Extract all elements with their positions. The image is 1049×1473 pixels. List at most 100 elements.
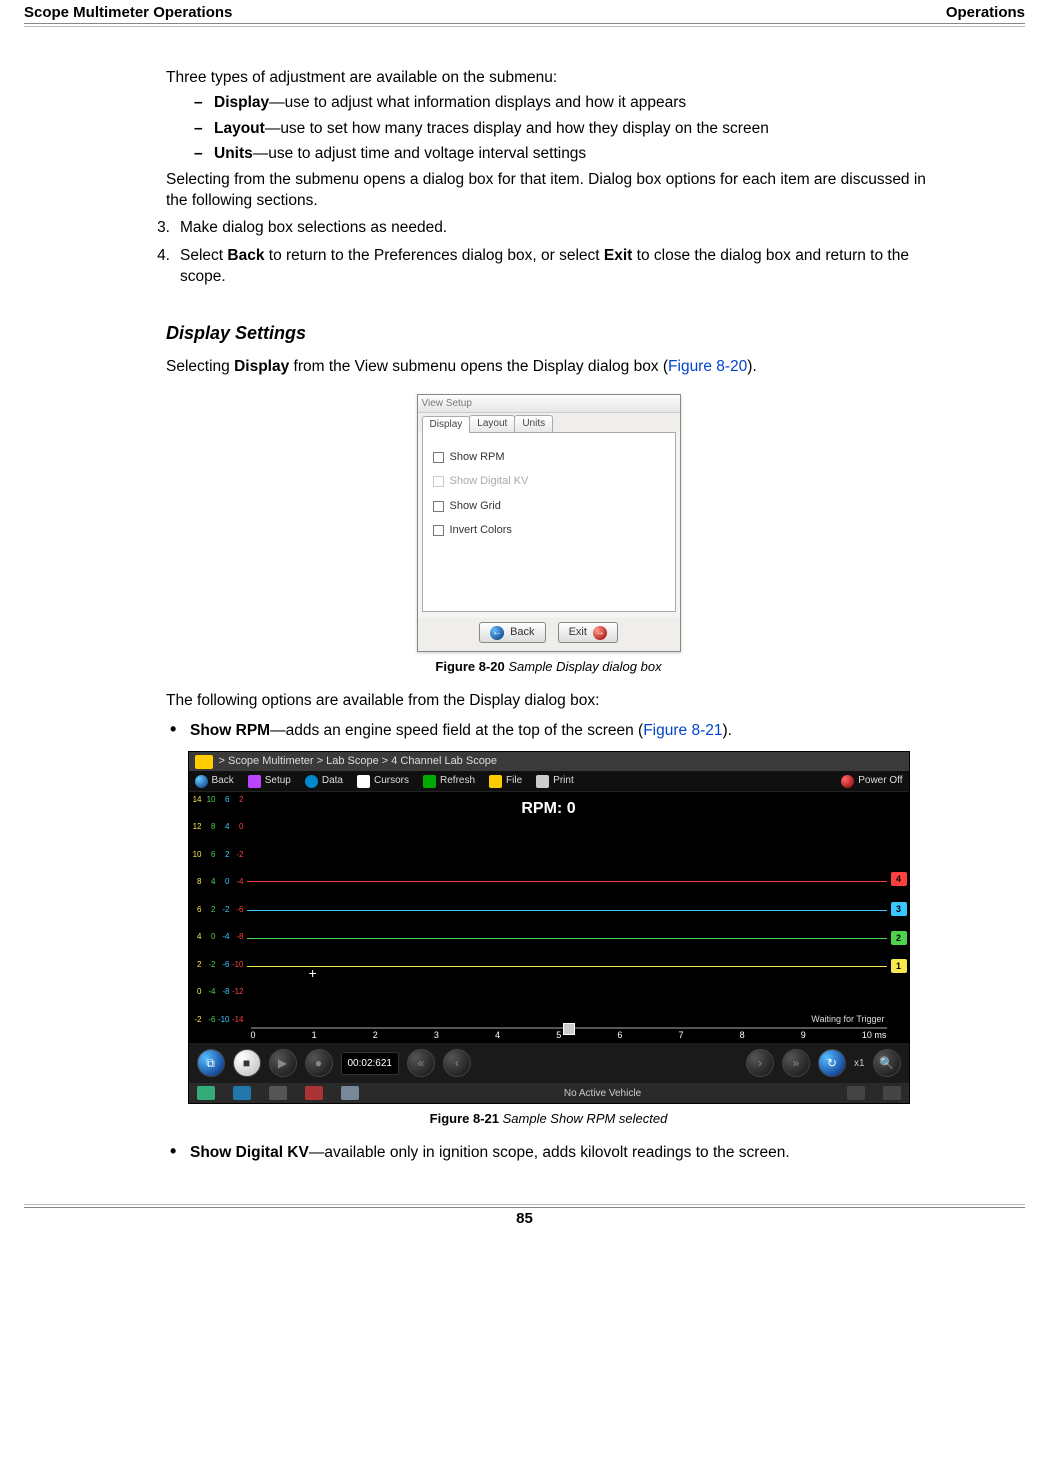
figure-8-20-dialog: View Setup Display Layout Units Show RPM… [417,394,681,653]
channel-marker-2[interactable]: 2 [891,931,907,945]
figure-8-20-caption: Figure 8-20 Sample Display dialog box [166,658,931,676]
checkbox-invert-colors[interactable]: Invert Colors [433,523,665,538]
toolbar-file[interactable]: File [489,774,522,788]
checkbox-show-grid[interactable]: Show Grid [433,499,665,514]
figure-8-21-caption: Figure 8-21 Sample Show RPM selected [166,1110,931,1128]
running-head-right: Operations [946,4,1025,21]
y-axes: 14121086420-21086420-2-4-66420-2-4-6-8-1… [189,792,247,1027]
trace-ch1 [247,966,887,967]
status-text: No Active Vehicle [377,1087,829,1101]
submenu-item: Layout—use to set how many traces displa… [194,118,931,139]
breadcrumb-bar: > Scope Multimeter > Lab Scope > 4 Chann… [189,752,909,771]
channel-marker-4[interactable]: 4 [891,872,907,886]
footer-rule [24,1204,1025,1208]
file-icon [489,775,502,788]
snapshot-button[interactable]: ⧉ [197,1049,225,1077]
status-battery-icon [883,1086,901,1100]
refresh-icon [423,775,436,788]
elapsed-time: 00:02:621 [341,1052,400,1076]
tab-units[interactable]: Units [514,415,553,432]
trace-ch3 [247,910,887,911]
dialog-button-bar: ←Back Exit→ [418,618,680,651]
play-button[interactable]: ▶ [269,1049,297,1077]
toolbar-power-off[interactable]: Power Off [841,774,902,788]
status-vehicle-icon[interactable] [305,1086,323,1100]
checkbox-show-rpm[interactable]: Show RPM [433,450,665,465]
status-tool-icon[interactable] [233,1086,251,1100]
zoom-level: x1 [854,1057,865,1071]
scope-graph[interactable]: RPM: 0 14121086420-21086420-2-4-66420-2-… [189,792,909,1027]
back-button[interactable]: ←Back [479,622,545,643]
toolbar-print[interactable]: Print [536,774,574,788]
rewind-fast-button[interactable]: « [407,1049,435,1077]
slider-thumb-icon[interactable] [563,1023,575,1035]
step-back-button[interactable]: ‹ [443,1049,471,1077]
option-show-rpm: Show RPM—adds an engine speed field at t… [166,720,931,741]
dialog-title: View Setup [418,395,680,414]
fwd-fast-button[interactable]: » [782,1049,810,1077]
channel-marker-1[interactable]: 1 [891,959,907,973]
figure-link[interactable]: Figure 8-21 [643,722,722,739]
section-lead: Selecting Display from the View submenu … [166,356,931,377]
dialog-body: Show RPM Show Digital KV Show Grid Inver… [422,432,676,612]
trace-ch4 [247,881,887,882]
status-bar: No Active Vehicle [189,1083,909,1103]
option-show-digital-kv: Show Digital KV—available only in igniti… [166,1142,931,1163]
submenu-list: Display—use to adjust what information d… [194,92,931,164]
after-fig820-text: The following options are available from… [166,690,931,711]
figure-8-21-screenshot: > Scope Multimeter > Lab Scope > 4 Chann… [188,751,910,1104]
time-slider[interactable] [251,1023,887,1033]
step-item: 4.Select Back to return to the Preferenc… [146,245,931,288]
exit-arrow-icon: → [593,626,607,640]
data-icon [305,775,318,788]
checkbox-icon [433,452,444,463]
toolbar-refresh[interactable]: Refresh [423,774,475,788]
exit-button[interactable]: Exit→ [558,622,618,643]
figure-link[interactable]: Figure 8-20 [668,358,747,375]
step-fwd-button[interactable]: › [746,1049,774,1077]
x-axis: 012345678910 ms [189,1027,909,1043]
cursor-cross-icon[interactable]: + [309,964,317,983]
toolbar-cursors[interactable]: Cursors [357,774,409,788]
header-rule [24,23,1025,27]
back-arrow-icon: ← [490,626,504,640]
checkbox-icon [433,476,444,487]
toolbar-data[interactable]: Data [305,774,343,788]
status-icon[interactable] [269,1086,287,1100]
status-signal-icon [847,1086,865,1100]
toolbar-back[interactable]: Back [195,774,234,788]
dialog-tabbar: Display Layout Units [418,413,680,432]
stop-button[interactable]: ■ [233,1049,261,1077]
checkbox-icon [433,501,444,512]
step-list: 3.Make dialog box selections as needed. … [146,217,931,287]
after-submenu-text: Selecting from the submenu opens a dialo… [166,169,931,212]
intro-text: Three types of adjustment are available … [166,67,931,88]
tab-display[interactable]: Display [422,416,471,433]
zoom-button[interactable]: 🔍 [873,1049,901,1077]
trace-ch2 [247,938,887,939]
tab-layout[interactable]: Layout [469,415,515,432]
running-head-left: Scope Multimeter Operations [24,4,232,21]
page-number: 85 [24,1210,1025,1227]
status-icon[interactable] [341,1086,359,1100]
submenu-item: Units—use to adjust time and voltage int… [194,143,931,164]
cursors-icon [357,775,370,788]
toolbar-setup[interactable]: Setup [248,774,291,788]
home-icon[interactable] [195,755,213,769]
step-item: 3.Make dialog box selections as needed. [146,217,931,238]
breadcrumb-text: > Scope Multimeter > Lab Scope > 4 Chann… [219,754,498,769]
loop-button[interactable]: ↻ [818,1049,846,1077]
back-icon [195,775,208,788]
section-heading: Display Settings [166,321,931,346]
channel-markers: 4 3 2 1 [889,792,907,1027]
record-button[interactable]: ● [305,1049,333,1077]
print-icon [536,775,549,788]
submenu-item: Display—use to adjust what information d… [194,92,931,113]
status-home-icon[interactable] [197,1086,215,1100]
setup-icon [248,775,261,788]
scope-toolbar: Back Setup Data Cursors Refresh File Pri… [189,771,909,792]
playback-controls: ⧉ ■ ▶ ● 00:02:621 « ‹ › » ↻ x1 🔍 [189,1043,909,1083]
channel-marker-3[interactable]: 3 [891,902,907,916]
checkbox-icon [433,525,444,536]
checkbox-show-digital-kv: Show Digital KV [433,474,665,489]
